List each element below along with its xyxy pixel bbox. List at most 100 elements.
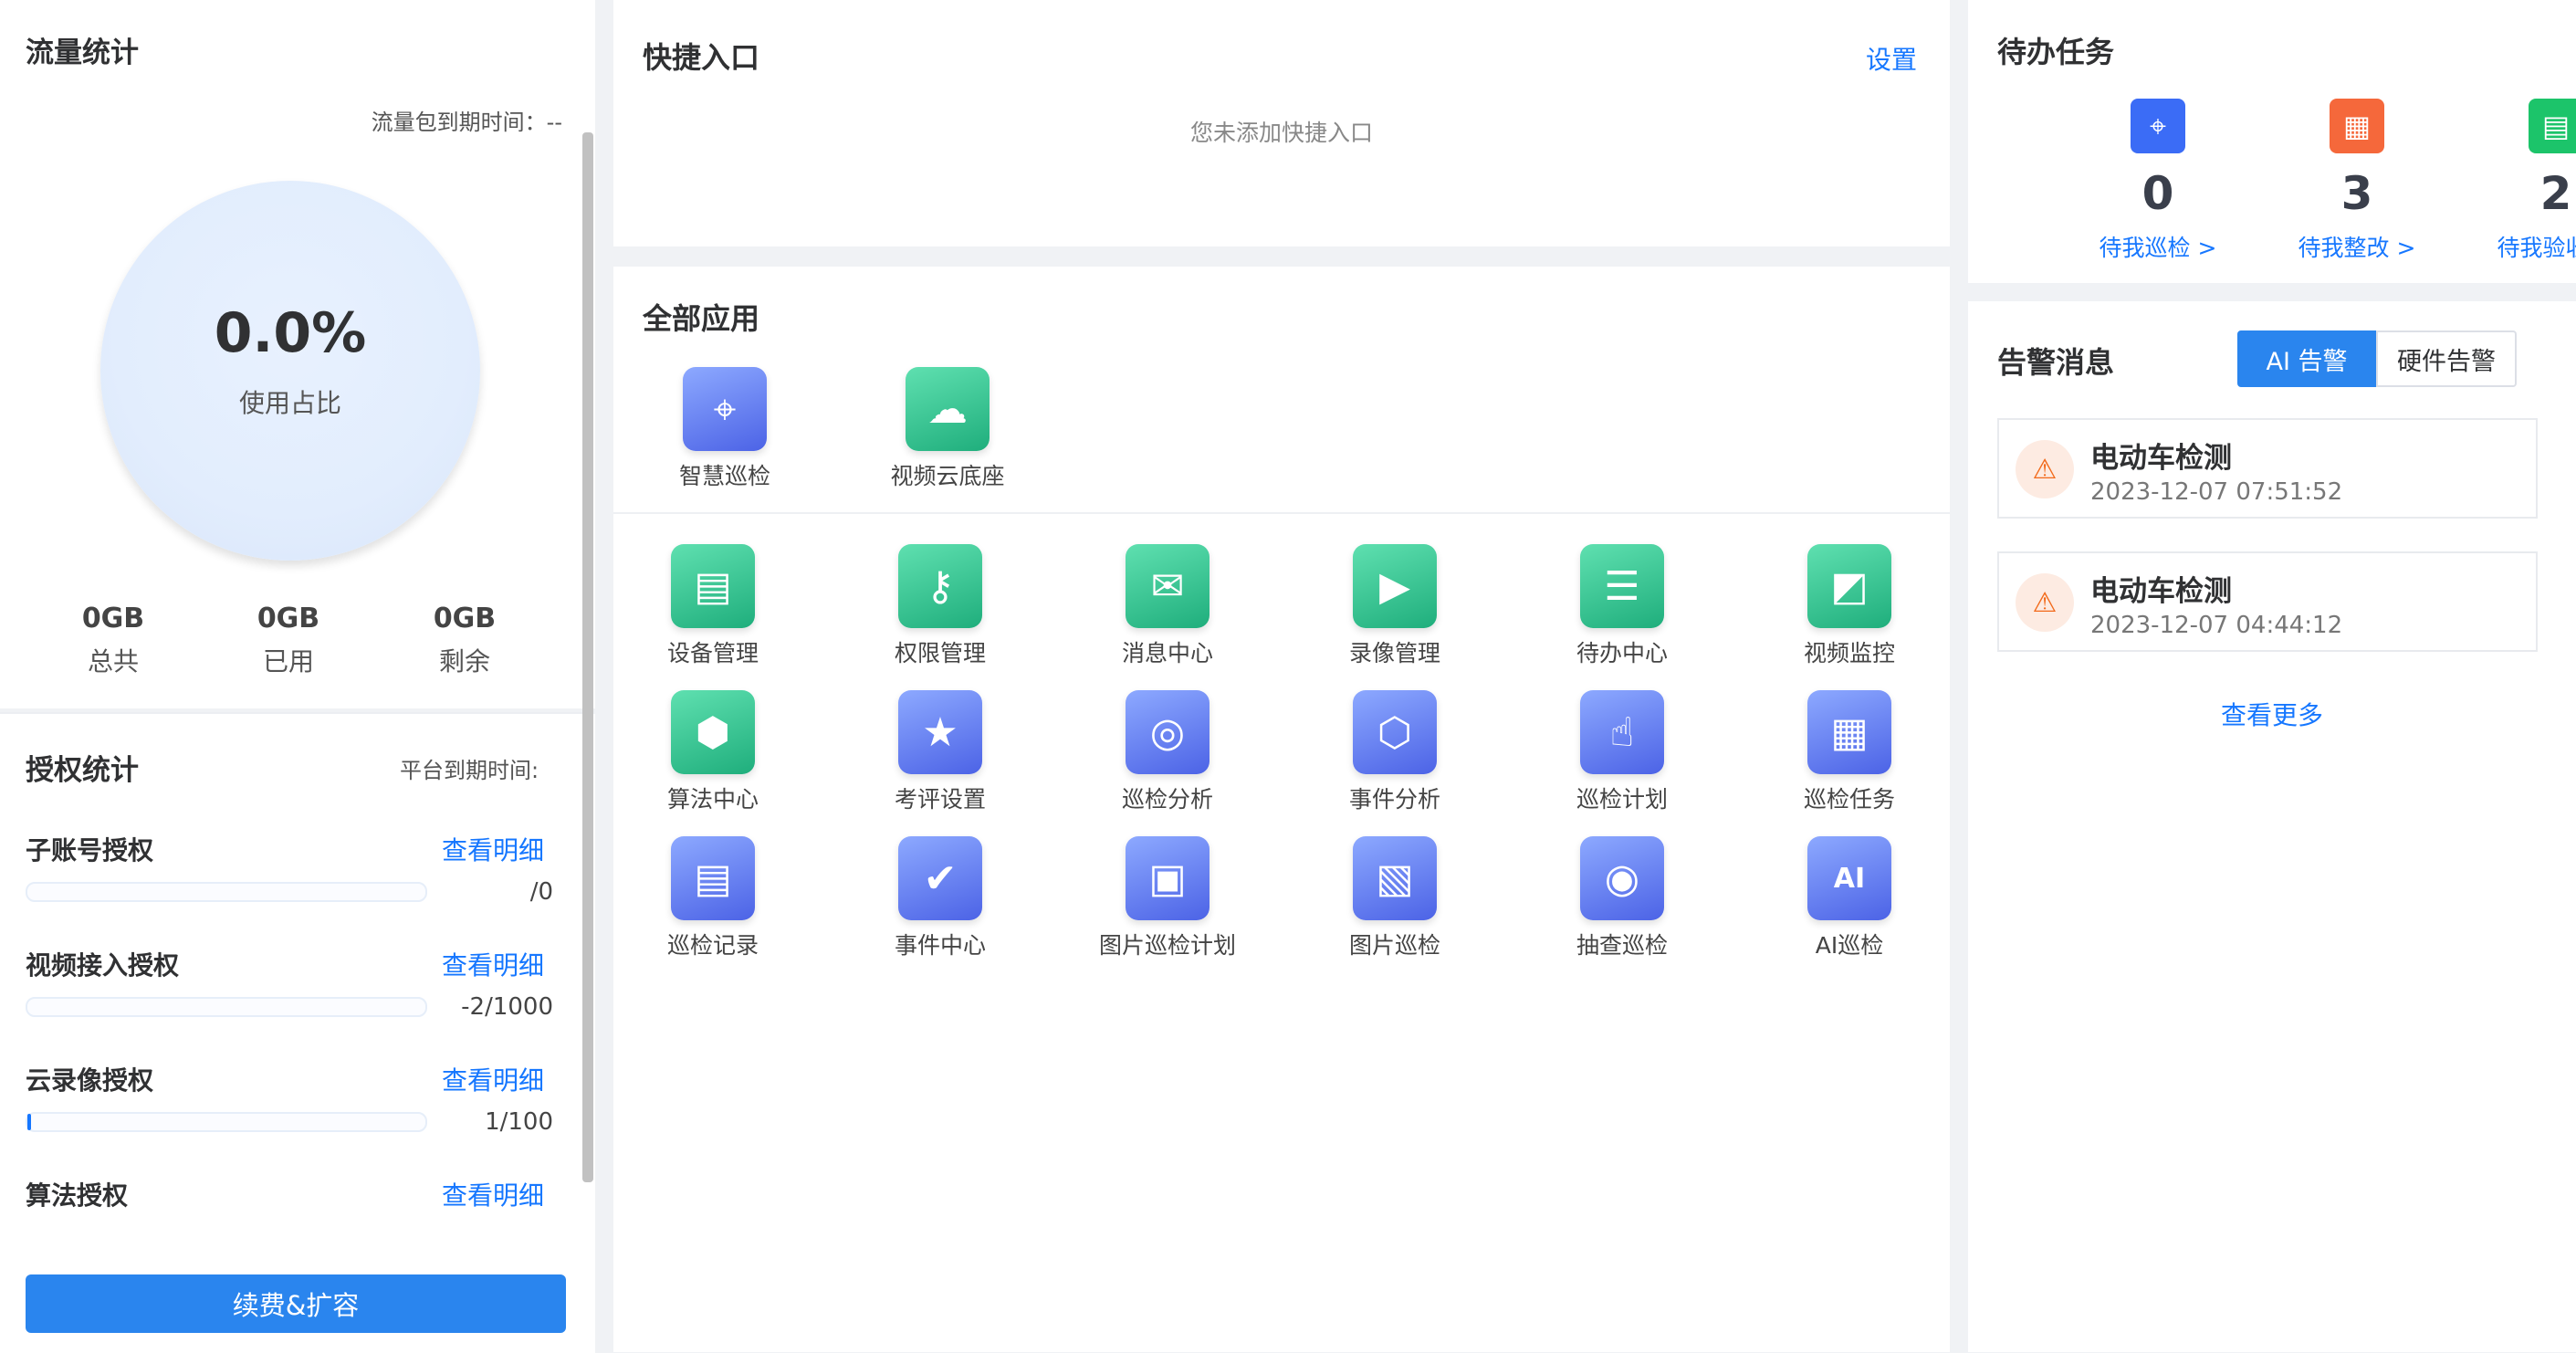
bar-chart-icon: ⬡ <box>1353 690 1437 774</box>
app-label: 待办中心 <box>1576 640 1668 666</box>
app-message-center[interactable]: ✉ 消息中心 <box>1081 544 1254 668</box>
stat-remaining-value: 0GB <box>433 603 497 635</box>
todo-label: 待我验收 > <box>2497 235 2576 261</box>
todo-label: 待我整改 > <box>2298 235 2416 261</box>
alarm-item-time: 2023-12-07 04:44:12 <box>2090 612 2343 639</box>
app-label: 录像管理 <box>1348 640 1440 666</box>
app-inspection-record[interactable]: ▤ 巡检记录 <box>626 836 800 960</box>
webcam-icon: ◉ <box>1580 836 1664 920</box>
tab-ai-alarm[interactable]: AI 告警 <box>2237 330 2376 387</box>
app-event-analysis[interactable]: ⬡ 事件分析 <box>1308 690 1482 814</box>
alarm-item[interactable]: ⚠ 电动车检测 2023-12-07 07:51:52 <box>1997 418 2538 519</box>
app-label: 算法中心 <box>666 786 759 813</box>
quick-entry-title: 快捷入口 <box>643 40 760 75</box>
app-video-surveillance[interactable]: ◩ 视频监控 <box>1763 544 1936 668</box>
license-video-detail-link[interactable]: 查看明细 <box>442 946 544 982</box>
app-image-inspection[interactable]: ▧ 图片巡检 <box>1308 836 1482 960</box>
license-cloud-recording-name: 云录像授权 <box>26 1065 154 1096</box>
license-title: 授权统计 <box>26 754 139 787</box>
app-image-inspection-plan[interactable]: ▣ 图片巡检计划 <box>1081 836 1254 960</box>
app-label: AI巡检 <box>1815 932 1884 959</box>
cloud-play-icon: ☁ <box>906 367 990 451</box>
app-inspection-plan[interactable]: ☝ 巡检计划 <box>1535 690 1709 814</box>
app-recording-management[interactable]: ▶ 录像管理 <box>1308 544 1482 668</box>
accept-document-icon: ▤ <box>2529 99 2576 153</box>
tap-plan-icon: ☝ <box>1580 690 1664 774</box>
license-sub-account-value: /0 <box>529 878 553 906</box>
app-label: 事件中心 <box>894 932 986 959</box>
todo-list-icon: ☰ <box>1580 544 1664 628</box>
renew-expand-button[interactable]: 续费&扩容 <box>26 1274 566 1333</box>
quick-entry-empty-text: 您未添加快捷入口 <box>1189 120 1373 146</box>
stat-used-label: 已用 <box>262 646 314 676</box>
license-expire-label: 平台到期时间: <box>400 758 539 783</box>
alarm-panel: 告警消息 AI 告警 硬件告警 ⚠ 电动车检测 2023-12-07 07:51… <box>1968 301 2576 1352</box>
calendar-pin-icon: ▦ <box>1807 690 1891 774</box>
stat-used-value: 0GB <box>257 603 320 635</box>
app-inspection-analysis[interactable]: ◎ 巡检分析 <box>1081 690 1254 814</box>
todo-pending-acceptance[interactable]: ▤ 2 待我验收 > <box>2465 99 2576 263</box>
todo-count: 0 <box>2141 167 2174 220</box>
video-camera-icon: ▶ <box>1353 544 1437 628</box>
tab-hardware-alarm[interactable]: 硬件告警 <box>2376 330 2517 387</box>
shield-check-icon: ✔ <box>898 836 982 920</box>
quick-entry-panel: 快捷入口 设置 您未添加快捷入口 <box>613 0 1950 246</box>
alarm-item-time: 2023-12-07 07:51:52 <box>2090 478 2343 506</box>
license-panel: 授权统计 平台到期时间: 子账号授权 查看明细 /0 视频接入授权 查看明细 -… <box>0 714 595 1353</box>
siren-icon: ⚠ <box>2016 440 2074 498</box>
traffic-expire-label: 流量包到期时间：-- <box>371 110 562 135</box>
app-label: 图片巡检计划 <box>1098 932 1236 959</box>
progress-fill <box>27 1114 32 1130</box>
inspect-pin-icon: ⌖ <box>2131 99 2185 153</box>
todo-title: 待办任务 <box>1997 35 2115 69</box>
license-algorithm-name: 算法授权 <box>26 1180 129 1211</box>
usage-label: 使用占比 <box>238 388 341 418</box>
license-cloud-recording-detail-link[interactable]: 查看明细 <box>442 1061 544 1097</box>
app-device-management[interactable]: ▤ 设备管理 <box>626 544 800 668</box>
todo-pending-inspection[interactable]: ⌖ 0 待我巡检 > <box>2067 99 2249 263</box>
clipboard-star-icon: ★ <box>898 690 982 774</box>
all-apps-panel: 全部应用 ⌖ 智慧巡检 ☁ 视频云底座 ▤ 设备管理 ⚷ 权限管理 ✉ 消息中心… <box>613 267 1950 1352</box>
app-label: 消息中心 <box>1121 640 1213 666</box>
quick-entry-settings-link[interactable]: 设置 <box>1866 40 1917 77</box>
license-algorithm-detail-link[interactable]: 查看明细 <box>442 1176 544 1212</box>
app-inspection-task[interactable]: ▦ 巡检任务 <box>1763 690 1936 814</box>
user-key-icon: ⚷ <box>898 544 982 628</box>
usage-percent: 0.0% <box>214 301 367 365</box>
app-permission-management[interactable]: ⚷ 权限管理 <box>853 544 1027 668</box>
stat-total: 0GB 总共 <box>40 603 186 678</box>
app-evaluation-settings[interactable]: ★ 考评设置 <box>853 690 1027 814</box>
license-sub-account-detail-link[interactable]: 查看明细 <box>442 831 544 867</box>
todo-pending-rectification[interactable]: ▦ 3 待我整改 > <box>2266 99 2448 263</box>
license-cloud-recording-progress <box>26 1112 427 1132</box>
map-pin-icon: ⌖ <box>683 367 767 451</box>
traffic-panel: 流量统计 流量包到期时间：-- 0.0% 使用占比 0GB 总共 0GB 已用 … <box>0 0 595 708</box>
image-pin-icon: ▧ <box>1353 836 1437 920</box>
alarm-item[interactable]: ⚠ 电动车检测 2023-12-07 04:44:12 <box>1997 551 2538 652</box>
view-more-link[interactable]: 查看更多 <box>1968 696 2576 732</box>
app-algorithm-center[interactable]: ⬢ 算法中心 <box>626 690 800 814</box>
alarm-item-title: 电动车检测 <box>2090 442 2232 475</box>
app-spot-check-inspection[interactable]: ◉ 抽查巡检 <box>1535 836 1709 960</box>
app-todo-center[interactable]: ☰ 待办中心 <box>1535 544 1709 668</box>
todo-label: 待我巡检 > <box>2099 235 2217 261</box>
license-sub-account-progress <box>26 882 427 902</box>
left-panel-scrollbar[interactable] <box>582 132 593 1182</box>
stat-total-value: 0GB <box>81 603 145 635</box>
license-video-value: -2/1000 <box>461 993 553 1021</box>
app-label: 视频监控 <box>1803 640 1895 666</box>
alarm-title: 告警消息 <box>1997 345 2115 380</box>
stat-remaining: 0GB 剩余 <box>392 603 538 678</box>
analysis-icon: ◎ <box>1126 690 1209 774</box>
all-apps-title: 全部应用 <box>643 301 760 336</box>
license-video-progress <box>26 997 427 1017</box>
app-smart-inspection[interactable]: ⌖ 智慧巡检 <box>638 367 812 491</box>
todo-panel: 待办任务 ⌖ 0 待我巡检 > ▦ 3 待我整改 > ▤ 2 待我验收 > <box>1968 0 2576 283</box>
rectify-calendar-icon: ▦ <box>2330 99 2384 153</box>
app-label: 巡检分析 <box>1121 786 1213 813</box>
cctv-icon: ◩ <box>1807 544 1891 628</box>
app-label: 巡检记录 <box>666 932 759 959</box>
app-event-center[interactable]: ✔ 事件中心 <box>853 836 1027 960</box>
app-video-cloud-base[interactable]: ☁ 视频云底座 <box>861 367 1034 491</box>
app-ai-inspection[interactable]: AI AI巡检 <box>1763 836 1936 960</box>
